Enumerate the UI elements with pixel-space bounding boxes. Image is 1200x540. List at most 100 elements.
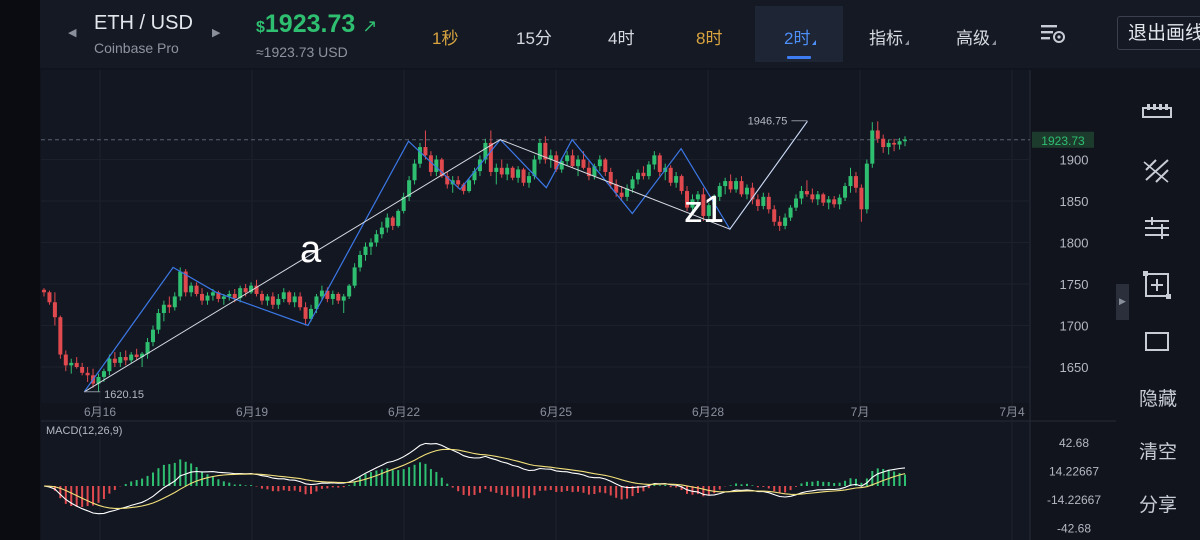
dropdown-corner-icon: [905, 40, 909, 45]
active-timeframe-underline: [787, 56, 811, 59]
candle-body: [630, 179, 635, 189]
candle-body: [674, 176, 679, 183]
candle-body: [205, 295, 210, 301]
candle-body: [881, 138, 886, 148]
candle-body: [74, 362, 79, 367]
candle-body: [848, 176, 853, 187]
price-panel-bg: [41, 70, 1030, 403]
candle-body: [374, 234, 379, 243]
x-tick-label: 7月4: [999, 405, 1025, 419]
y-tick-label: 1750: [1060, 277, 1089, 292]
candle-body: [161, 304, 166, 314]
tab-timeframe-8h[interactable]: 8时: [696, 24, 722, 49]
indicators-menu[interactable]: 指标: [869, 24, 909, 49]
macd-title: MACD(12,26,9): [46, 425, 122, 437]
candle-body: [581, 159, 586, 168]
rectangle-icon[interactable]: [1140, 326, 1174, 356]
candle-body: [412, 163, 417, 181]
candle-body: [259, 293, 264, 301]
prev-symbol-arrow-icon[interactable]: ◀: [68, 26, 76, 39]
candle-body: [85, 372, 90, 376]
candle-body: [570, 155, 575, 167]
ruler-icon[interactable]: [1140, 98, 1174, 128]
tab-timeframe-15m[interactable]: 15分: [516, 24, 552, 49]
macd-y-tick-label: 14.22667: [1049, 465, 1099, 479]
candle-body: [843, 186, 848, 198]
exit-drawing-button[interactable]: 退出画线: [1117, 16, 1200, 50]
candle-body: [603, 159, 608, 172]
clear-drawings-button[interactable]: 清空: [1130, 437, 1186, 464]
candle-body: [794, 198, 799, 208]
candle-body: [118, 357, 123, 363]
hide-drawings-button[interactable]: 隐藏: [1130, 384, 1186, 411]
annotation-a: a: [300, 229, 322, 271]
candle-body: [723, 181, 728, 187]
candle-body: [423, 147, 428, 156]
candle-body: [499, 167, 504, 175]
candle-body: [821, 194, 826, 203]
candle-body: [69, 362, 74, 366]
candle-body: [385, 217, 390, 228]
low-price-label: 1620.15: [104, 389, 144, 401]
candle-body: [761, 196, 766, 206]
tab-timeframe-1s[interactable]: 1秒: [432, 24, 458, 49]
dropdown-corner-icon: [992, 40, 996, 45]
candle-body: [897, 141, 902, 145]
y-tick-label: 1700: [1060, 319, 1089, 334]
macd-y-tick-label: -42.68: [1057, 522, 1091, 536]
advanced-menu[interactable]: 高级: [956, 24, 996, 49]
candle-body: [755, 199, 760, 206]
candle-body: [63, 354, 68, 366]
tab-timeframe-2h[interactable]: 2时: [784, 24, 817, 49]
candle-body: [221, 296, 226, 299]
candle-body: [210, 292, 215, 296]
tab-timeframe-4h[interactable]: 4时: [608, 24, 634, 49]
candle-body: [668, 167, 673, 183]
candle-body: [576, 159, 581, 167]
candle-body: [510, 167, 515, 178]
candle-body: [178, 271, 183, 297]
x-tick-label: 6月28: [692, 405, 724, 419]
draw-lines-icon[interactable]: [1140, 156, 1174, 186]
candle-body: [456, 180, 461, 185]
candle-body: [657, 155, 662, 172]
candle-body: [358, 254, 363, 268]
candle-body: [390, 217, 395, 226]
x-tick-label: 6月16: [84, 405, 116, 419]
chart-canvas[interactable]: 6月16 6月19 6月22 6月25 6月28 7月 7月4 1900 1850 1800 175…: [0, 0, 1200, 540]
candle-body: [363, 246, 368, 255]
candle-body: [646, 164, 651, 177]
chart-settings-icon[interactable]: [1040, 22, 1066, 44]
candle-body: [799, 191, 804, 199]
candle-body: [641, 172, 646, 177]
symbol-pair[interactable]: ETH / USD: [94, 12, 193, 35]
candle-body: [101, 371, 106, 377]
candle-body: [281, 292, 286, 299]
next-symbol-arrow-icon[interactable]: ▶: [212, 26, 220, 39]
candle-body: [52, 302, 57, 318]
candle-body: [379, 227, 384, 235]
dropdown-corner-icon: [812, 40, 817, 45]
share-button[interactable]: 分享: [1130, 490, 1186, 517]
candle-body: [565, 155, 570, 162]
candle-body: [903, 139, 907, 142]
advanced-menu-label: 高级: [956, 29, 990, 48]
candle-body: [467, 180, 472, 192]
price-up-arrow-icon: ↗: [362, 16, 378, 36]
price-currency-symbol: $: [256, 19, 265, 36]
candle-body: [526, 176, 531, 183]
collapse-toolbar-toggle-icon[interactable]: ▶: [1116, 284, 1129, 320]
candle-body: [368, 242, 373, 247]
candle-body: [772, 209, 777, 222]
macd-panel-bg: [41, 421, 1030, 540]
horizontal-lines-icon[interactable]: [1140, 213, 1174, 243]
last-price-label: 1923.73: [1041, 134, 1085, 148]
add-measure-icon[interactable]: [1140, 270, 1174, 300]
candle-body: [287, 292, 292, 303]
candle-body: [679, 176, 684, 192]
candle-body: [505, 167, 510, 175]
candle-body: [341, 296, 346, 301]
candle-body: [172, 296, 177, 308]
macd-y-tick-label: -14.22667: [1047, 493, 1101, 507]
candle-body: [652, 155, 657, 165]
